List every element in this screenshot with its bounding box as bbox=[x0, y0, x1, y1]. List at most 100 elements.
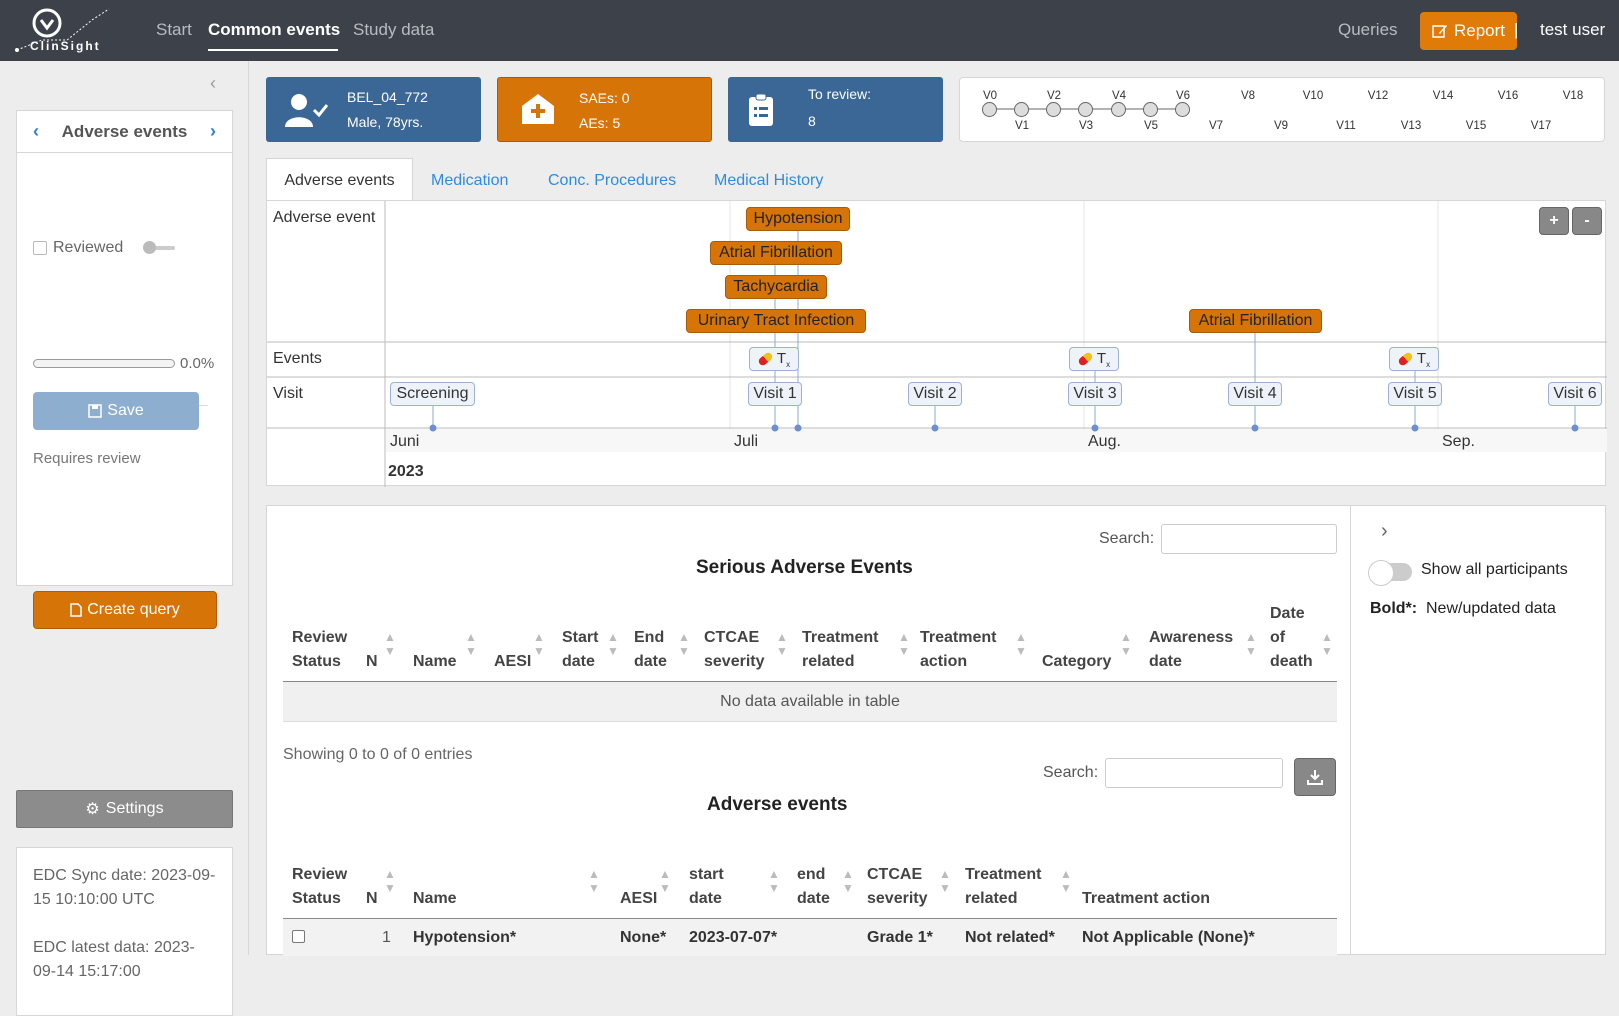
tab-conc-procedures[interactable]: Conc. Procedures bbox=[548, 172, 676, 190]
next-form-icon[interactable]: › bbox=[210, 121, 216, 142]
sae-col-category[interactable]: Category bbox=[1042, 650, 1111, 674]
save-button[interactable]: Save bbox=[33, 392, 199, 430]
ae-col-aesi[interactable]: AESI bbox=[620, 887, 657, 911]
sort-icon[interactable]: ▲ ▼ bbox=[533, 630, 545, 658]
ae-col-treatment-action[interactable]: Treatment action bbox=[1082, 887, 1210, 911]
sort-icon[interactable]: ▲ ▼ bbox=[768, 867, 780, 895]
sort-icon[interactable]: ▲ ▼ bbox=[384, 867, 396, 895]
visit-dot-v1[interactable] bbox=[1014, 102, 1029, 117]
header-line: Status bbox=[292, 890, 341, 907]
sort-icon[interactable]: ▲ ▼ bbox=[1060, 867, 1072, 895]
create-query-button[interactable]: Create query bbox=[33, 591, 217, 629]
zoom-out-button[interactable]: - bbox=[1572, 207, 1602, 235]
sort-icon[interactable]: ▲ ▼ bbox=[776, 630, 788, 658]
sae-col-name[interactable]: Name bbox=[413, 650, 457, 674]
settings-button[interactable]: ⚙ Settings bbox=[16, 790, 233, 828]
visit-chip-6[interactable]: Visit 6 bbox=[1548, 382, 1602, 406]
ae-col-treatment-related[interactable]: Treatment related bbox=[965, 863, 1041, 911]
tab-medication[interactable]: Medication bbox=[431, 172, 508, 190]
ae-chip-atrial-fibrillation[interactable]: Atrial Fibrillation bbox=[710, 241, 842, 265]
treatment-event[interactable]: Tx bbox=[749, 347, 799, 371]
visit-chip-screening[interactable]: Screening bbox=[390, 382, 475, 406]
cell-aesi: None* bbox=[620, 929, 667, 946]
header-line: end bbox=[797, 866, 826, 883]
cell-start-date: 2023-07-07* bbox=[689, 929, 778, 946]
nav-common-events[interactable]: Common events bbox=[208, 20, 340, 40]
zoom-in-button[interactable]: + bbox=[1539, 207, 1569, 235]
ae-col-start-date[interactable]: start date bbox=[689, 863, 724, 911]
visit-chip-2[interactable]: Visit 2 bbox=[908, 382, 962, 406]
reviewed-checkbox[interactable] bbox=[33, 241, 47, 255]
sort-icon[interactable]: ▲ ▼ bbox=[1245, 630, 1257, 658]
download-button[interactable] bbox=[1294, 758, 1336, 796]
ae-chip-tachycardia[interactable]: Tachycardia bbox=[725, 275, 827, 299]
sae-col-treatment-related[interactable]: Treatment related bbox=[802, 626, 878, 674]
nav-study-data[interactable]: Study data bbox=[353, 20, 434, 40]
legend-bold-marker: Bold*: bbox=[1370, 600, 1418, 617]
prev-form-icon[interactable]: ‹ bbox=[33, 121, 39, 142]
ae-col-review-status[interactable]: Review Status bbox=[292, 863, 347, 911]
timeline-row-label-ae: Adverse event bbox=[273, 209, 376, 226]
visit-dot-v6[interactable] bbox=[1175, 102, 1190, 117]
row-review-checkbox[interactable] bbox=[292, 930, 305, 943]
visit-chip-4[interactable]: Visit 4 bbox=[1228, 382, 1282, 406]
visit-chip-1[interactable]: Visit 1 bbox=[748, 382, 802, 406]
visit-dot-v4[interactable] bbox=[1111, 102, 1126, 117]
visit-chip-5[interactable]: Visit 5 bbox=[1388, 382, 1442, 406]
chevron-right-icon[interactable]: › bbox=[1381, 520, 1388, 543]
sae-search-input[interactable] bbox=[1161, 524, 1337, 554]
treatment-event[interactable]: Tx bbox=[1389, 347, 1439, 371]
chevron-left-icon[interactable]: ‹ bbox=[210, 73, 216, 94]
month-label: Aug. bbox=[1088, 433, 1121, 450]
sort-icon[interactable]: ▲ ▼ bbox=[842, 867, 854, 895]
sort-icon[interactable]: ▲ ▼ bbox=[384, 630, 396, 658]
sort-icon[interactable]: ▲ ▼ bbox=[1321, 630, 1333, 658]
ae-chip-atrial-fibrillation-2[interactable]: Atrial Fibrillation bbox=[1189, 309, 1322, 333]
ae-chip-urinary-tract-infection[interactable]: Urinary Tract Infection bbox=[686, 309, 866, 333]
visit-dot-v3[interactable] bbox=[1078, 102, 1093, 117]
visit-dot-v5[interactable] bbox=[1143, 102, 1158, 117]
sort-icon[interactable]: ▲ ▼ bbox=[607, 630, 619, 658]
ae-col-ctcae-severity[interactable]: CTCAE severity bbox=[867, 863, 928, 911]
sae-col-review-status[interactable]: Review Status bbox=[292, 626, 347, 674]
sae-col-start-date[interactable]: Start date bbox=[562, 626, 598, 674]
show-all-participants-toggle[interactable] bbox=[1368, 560, 1412, 586]
ae-col-end-date[interactable]: end date bbox=[797, 863, 830, 911]
clinsight-logo[interactable]: ClinSight bbox=[12, 6, 112, 56]
reviewed-toggle[interactable] bbox=[143, 241, 176, 254]
sae-col-ctcae-severity[interactable]: CTCAE severity bbox=[704, 626, 765, 674]
sae-col-end-date[interactable]: End date bbox=[634, 626, 667, 674]
ae-search-input[interactable] bbox=[1105, 758, 1283, 788]
tab-medical-history[interactable]: Medical History bbox=[714, 172, 823, 190]
tab-adverse-events[interactable]: Adverse events bbox=[266, 158, 413, 202]
sort-icon[interactable]: ▲ ▼ bbox=[1015, 630, 1027, 658]
event-timeline[interactable]: Adverse event Events Visit Hypotension A… bbox=[266, 200, 1607, 487]
table-row[interactable]: 1 Hypotension* None* 2023-07-07* Grade 1… bbox=[283, 919, 1337, 956]
sort-icon[interactable]: ▲ ▼ bbox=[678, 630, 690, 658]
user-menu[interactable]: test user bbox=[1540, 20, 1605, 40]
sort-icon[interactable]: ▲ ▼ bbox=[1120, 630, 1132, 658]
sae-col-treatment-action[interactable]: Treatment action bbox=[920, 626, 996, 674]
sort-icon[interactable]: ▲ ▼ bbox=[939, 867, 951, 895]
review-info-box: To review: 8 bbox=[728, 77, 943, 142]
report-button[interactable]: Report bbox=[1420, 12, 1517, 50]
progress-value: 0.0% bbox=[180, 355, 215, 372]
sae-col-date-of-death[interactable]: Date of death bbox=[1270, 602, 1313, 674]
visit-dot-v0[interactable] bbox=[982, 102, 997, 117]
visit-dot-v2[interactable] bbox=[1046, 102, 1061, 117]
sort-icon[interactable]: ▲ ▼ bbox=[659, 867, 671, 895]
sae-col-awareness-date[interactable]: Awareness date bbox=[1149, 626, 1233, 674]
sort-icon[interactable]: ▲ ▼ bbox=[588, 867, 600, 895]
nav-queries[interactable]: Queries bbox=[1338, 20, 1398, 40]
sort-icon[interactable]: ▲ ▼ bbox=[465, 630, 477, 658]
sae-col-n[interactable]: N bbox=[366, 650, 378, 674]
ae-col-name[interactable]: Name bbox=[413, 887, 457, 911]
sae-col-aesi[interactable]: AESI bbox=[494, 650, 531, 674]
ae-chip-hypotension[interactable]: Hypotension bbox=[746, 207, 850, 231]
treatment-event[interactable]: Tx bbox=[1069, 347, 1119, 371]
sort-icon[interactable]: ▲ ▼ bbox=[898, 630, 910, 658]
ae-col-n[interactable]: N bbox=[366, 887, 378, 911]
visit-chip-3[interactable]: Visit 3 bbox=[1068, 382, 1122, 406]
event-subscript: x bbox=[1106, 359, 1111, 369]
nav-start[interactable]: Start bbox=[156, 20, 192, 40]
